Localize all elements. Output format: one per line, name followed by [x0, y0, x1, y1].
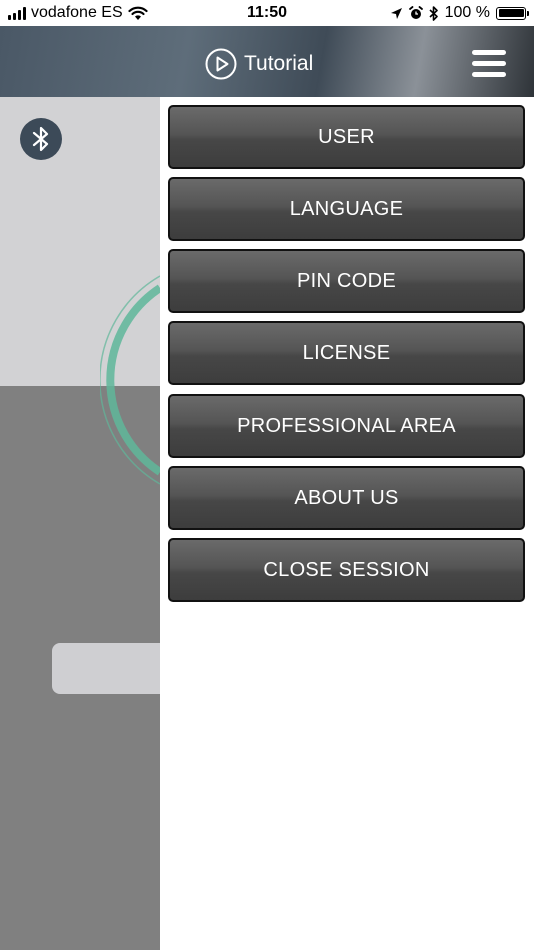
alarm-icon	[408, 6, 423, 19]
battery-percent: 100 %	[444, 4, 490, 21]
bluetooth-status-icon	[429, 5, 438, 21]
play-circle-icon	[205, 48, 237, 80]
menu-item-language[interactable]: LANGUAGE	[168, 177, 525, 241]
menu-item-pin-code[interactable]: PIN CODE	[168, 249, 525, 313]
device-ring-graphic	[100, 275, 160, 485]
menu-item-license[interactable]: LICENSE	[168, 321, 525, 385]
bluetooth-glyph-icon	[32, 126, 49, 152]
tutorial-button[interactable]: Tutorial	[205, 48, 313, 80]
battery-icon	[496, 6, 529, 20]
app-header: Tutorial	[0, 26, 534, 97]
hamburger-menu-icon[interactable]	[472, 50, 506, 78]
menu-item-user[interactable]: USER	[168, 105, 525, 169]
status-bar: vodafone ES 11:50 100 %	[0, 0, 534, 26]
menu-item-professional-area[interactable]: PROFESSIONAL AREA	[168, 394, 525, 458]
bluetooth-icon[interactable]	[20, 118, 62, 160]
menu-item-about-us[interactable]: ABOUT US	[168, 466, 525, 530]
side-menu: USER LANGUAGE PIN CODE LICENSE PROFESSIO…	[160, 97, 534, 950]
status-right: 100 %	[390, 4, 529, 22]
menu-item-close-session[interactable]: CLOSE SESSION	[168, 538, 525, 602]
background-button	[52, 643, 160, 694]
tutorial-label: Tutorial	[244, 52, 314, 75]
app-screen: vodafone ES 11:50 100 % Tutorial USER LA…	[0, 0, 534, 950]
location-arrow-icon	[390, 7, 402, 19]
